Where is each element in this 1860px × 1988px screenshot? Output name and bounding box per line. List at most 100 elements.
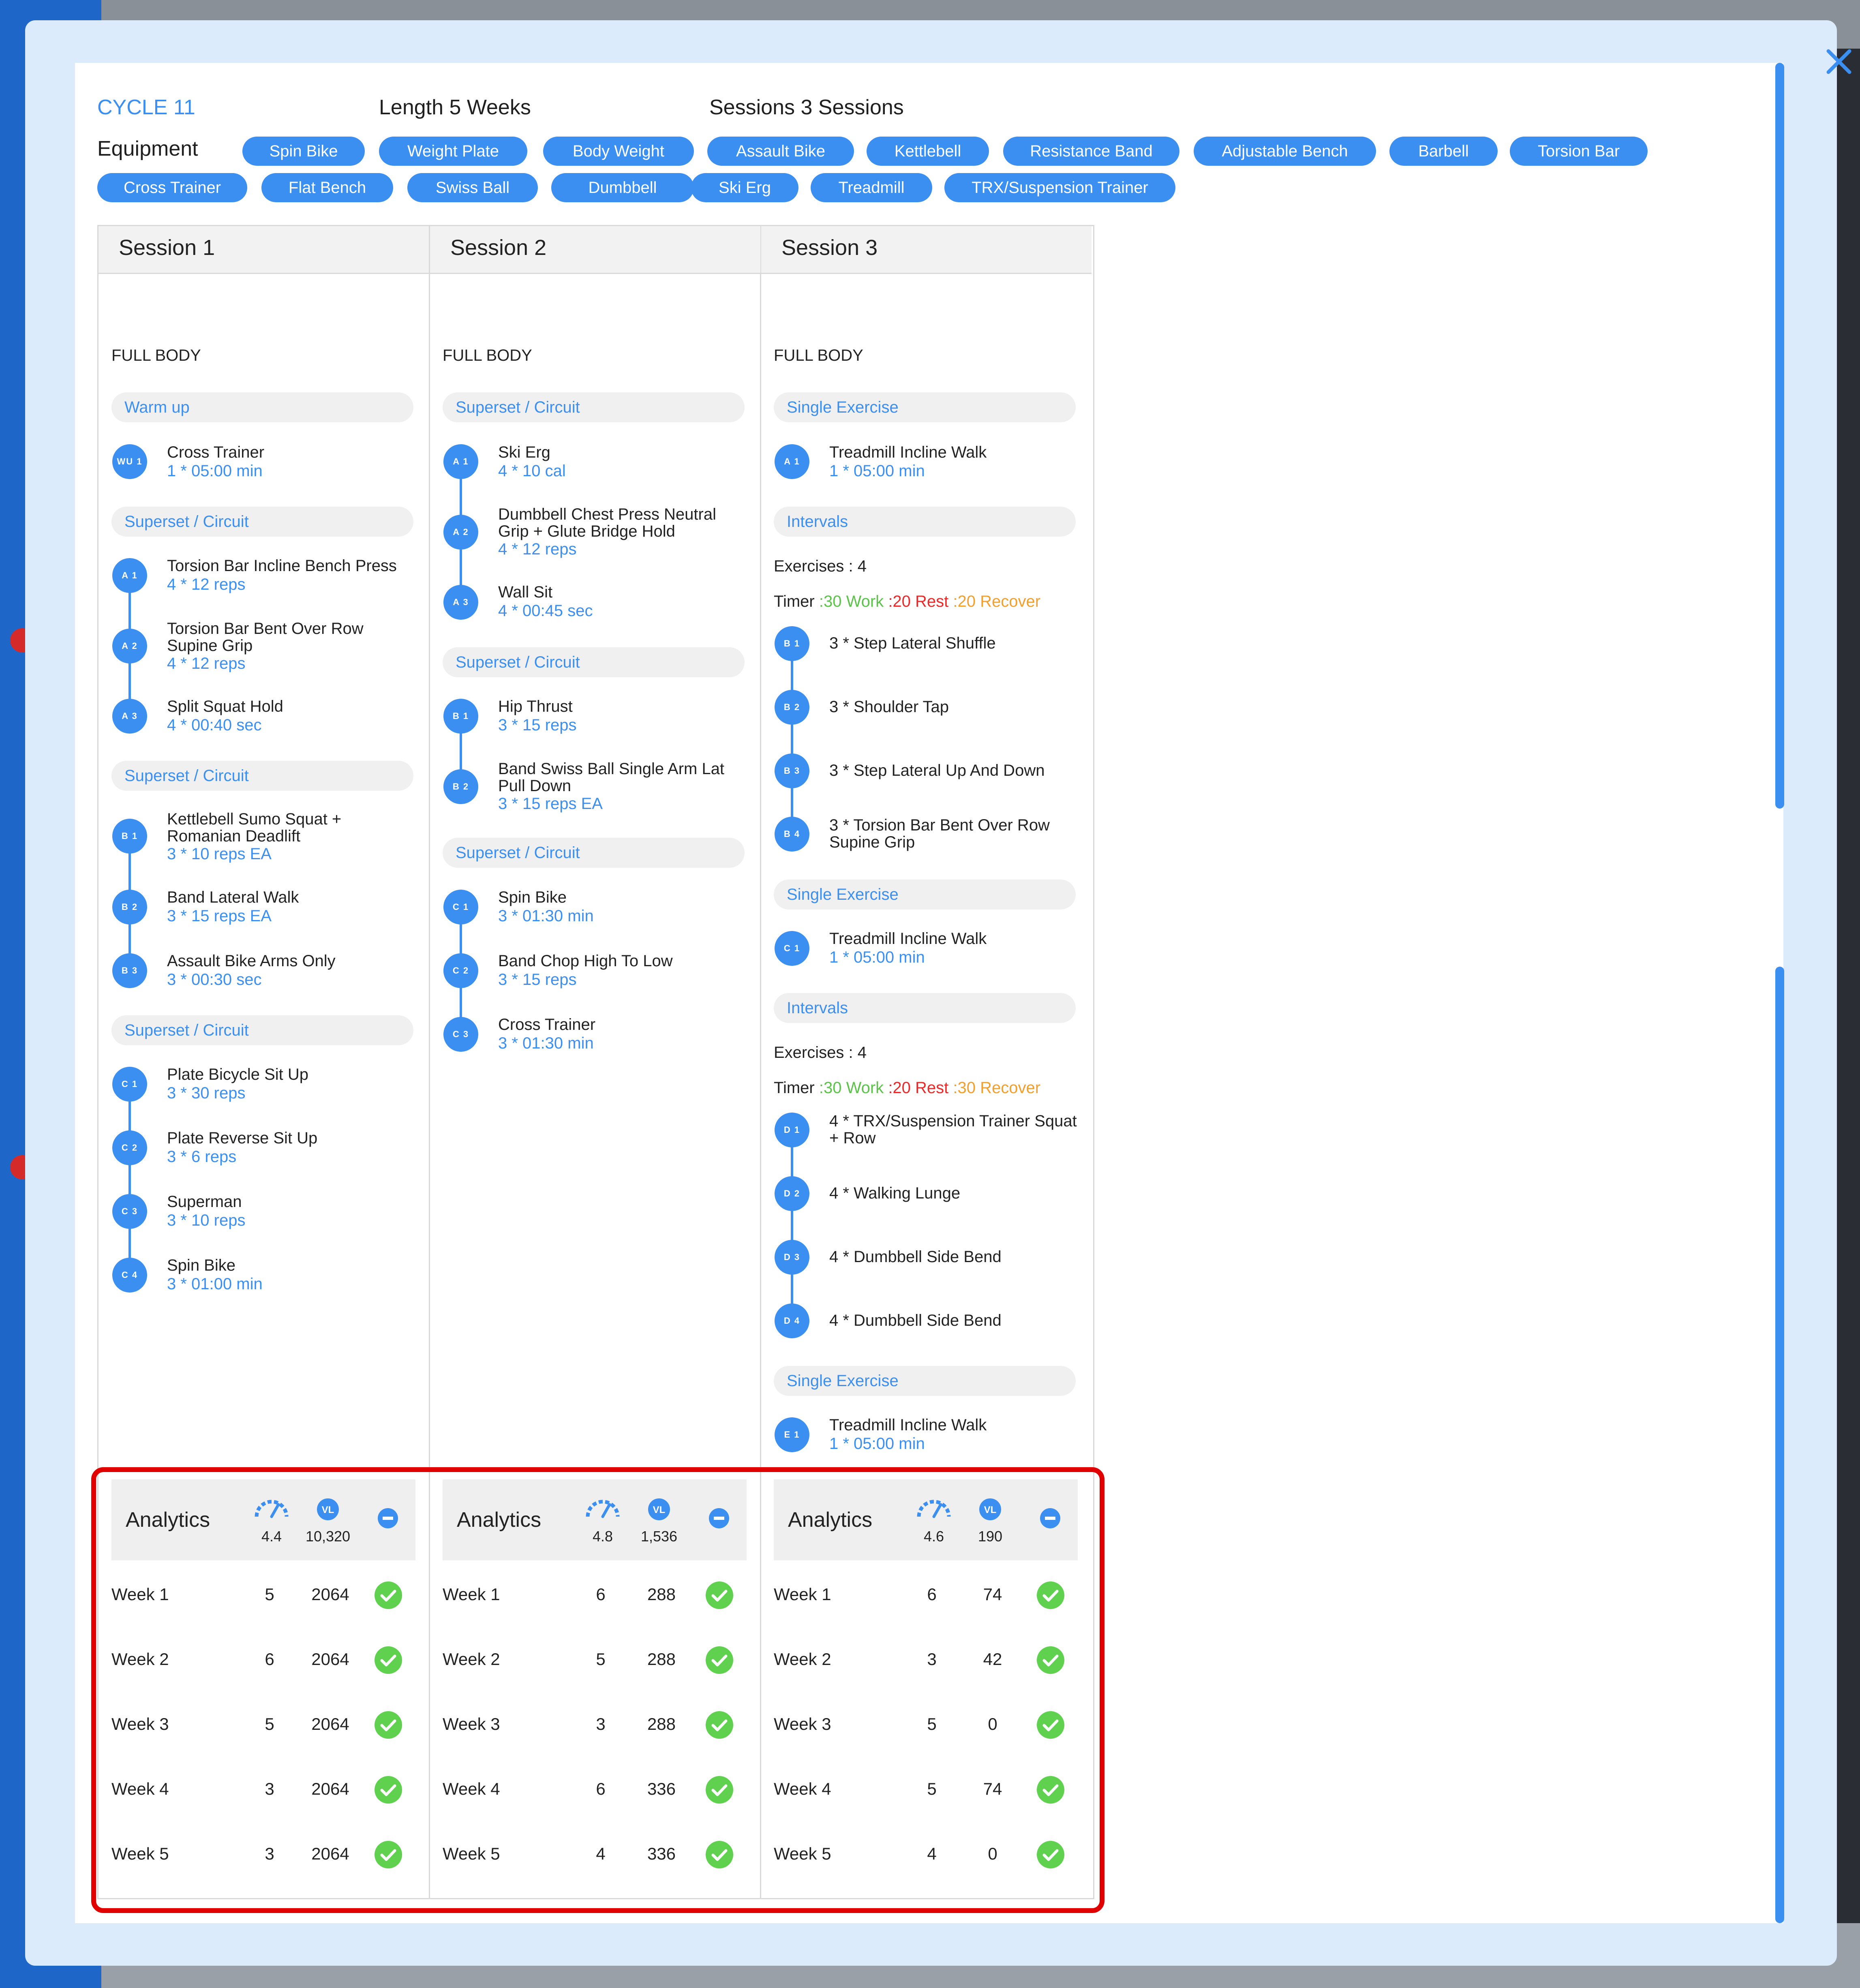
equipment-chip[interactable]: Adjustable Bench <box>1194 137 1376 166</box>
equipment-chip[interactable]: Dumbbell <box>551 173 694 202</box>
exercise-node: C 2 <box>112 1130 147 1165</box>
exercise-node: C 4 <box>112 1258 147 1293</box>
interval-recover: :20 Recover <box>953 593 1041 610</box>
exercise-node: B 2 <box>775 690 809 725</box>
interval-timer: Timer :30 Work :20 Rest :20 Recover <box>774 593 1041 610</box>
exercise-name: Spin Bike <box>498 888 567 906</box>
equipment-chip[interactable]: Ski Erg <box>691 173 798 202</box>
exercise-node: A 2 <box>112 629 147 663</box>
exercise-name: 3 * Step Lateral Up And Down <box>829 762 1045 779</box>
exercise-value: 3 * 01:30 min <box>498 1034 594 1052</box>
equipment-chip[interactable]: Swiss Ball <box>407 173 538 202</box>
group-header: Single Exercise <box>774 1366 1076 1396</box>
interval-recover: :30 Recover <box>953 1079 1041 1097</box>
exercise-node: WU 1 <box>112 444 147 479</box>
equipment-chip[interactable]: Resistance Band <box>1003 137 1179 166</box>
exercise-name: Hip Thrust <box>498 698 573 715</box>
exercise-node: C 1 <box>112 1067 147 1102</box>
exercise-value: 1 * 05:00 min <box>829 1435 925 1453</box>
exercise-node: C 3 <box>443 1017 478 1052</box>
exercise-node: B 1 <box>112 819 147 854</box>
interval-exercises: Exercises : 4 <box>774 1044 867 1061</box>
exercise-value: 4 * 10 cal <box>498 462 566 480</box>
exercise-node: B 2 <box>443 769 478 804</box>
exercise-node: B 4 <box>775 817 809 852</box>
exercise-value: 1 * 05:00 min <box>167 462 263 480</box>
exercise-name: Plate Reverse Sit Up <box>167 1129 318 1147</box>
equipment-chip[interactable]: Cross Trainer <box>97 173 247 202</box>
exercise-value: 1 * 05:00 min <box>829 462 925 480</box>
scrollbar[interactable] <box>1775 63 1784 1923</box>
interval-timer: Timer :30 Work :20 Rest :30 Recover <box>774 1079 1041 1097</box>
exercise-node: E 1 <box>775 1417 809 1452</box>
cycle-title: CYCLE 11 <box>97 96 195 119</box>
cycle-length: Length 5 Weeks <box>379 96 531 119</box>
analytics-highlight-box <box>91 1467 1104 1913</box>
exercise-value: 4 * 00:40 sec <box>167 716 262 734</box>
equipment-chip[interactable]: Weight Plate <box>379 137 527 166</box>
exercise-name: Plate Bicycle Sit Up <box>167 1066 309 1083</box>
exercise-name: Cross Trainer <box>167 443 265 461</box>
group-header: Superset / Circuit <box>111 761 413 791</box>
exercise-name: 4 * Walking Lunge <box>829 1184 961 1202</box>
exercise-value: 3 * 10 reps EA <box>167 845 272 863</box>
equipment-chip[interactable]: Flat Bench <box>261 173 393 202</box>
equipment-chip[interactable]: Torsion Bar <box>1510 137 1648 166</box>
exercise-name: 4 * TRX/Suspension Trainer Squat + Row <box>829 1112 1077 1147</box>
exercise-name: Treadmill Incline Walk <box>829 443 987 461</box>
session-title: Session 2 <box>450 235 547 260</box>
close-icon[interactable] <box>1823 45 1855 78</box>
exercise-node: A 2 <box>443 515 478 550</box>
group-header: Intervals <box>774 507 1076 537</box>
exercise-value: 3 * 01:00 min <box>167 1275 263 1293</box>
session-type: FULL BODY <box>774 347 863 364</box>
exercise-name: 4 * Dumbbell Side Bend <box>829 1248 1002 1266</box>
session-type: FULL BODY <box>111 347 201 364</box>
exercise-name: Cross Trainer <box>498 1016 596 1034</box>
exercise-value: 4 * 00:45 sec <box>498 602 593 620</box>
exercise-value: 3 * 15 reps <box>498 971 577 989</box>
exercise-node: A 1 <box>112 558 147 593</box>
equipment-chip[interactable]: Treadmill <box>811 173 932 202</box>
equipment-chip[interactable]: Barbell <box>1389 137 1498 166</box>
exercise-value: 4 * 12 reps <box>498 540 577 558</box>
equipment-chip[interactable]: Body Weight <box>543 137 694 166</box>
exercise-name: Assault Bike Arms Only <box>167 952 336 970</box>
exercise-value: 3 * 30 reps <box>167 1084 246 1102</box>
exercise-value: 4 * 12 reps <box>167 655 246 672</box>
exercise-name: Treadmill Incline Walk <box>829 930 987 948</box>
session-title: Session 3 <box>781 235 878 260</box>
exercise-name: Split Squat Hold <box>167 698 283 715</box>
exercise-node: C 2 <box>443 953 478 988</box>
group-header: Superset / Circuit <box>443 647 745 677</box>
exercise-value: 3 * 00:30 sec <box>167 971 262 989</box>
exercise-node: B 3 <box>775 753 809 788</box>
exercise-name: Torsion Bar Bent Over Row Supine Grip <box>167 620 364 655</box>
interval-exercises: Exercises : 4 <box>774 557 867 575</box>
exercise-name: 3 * Step Lateral Shuffle <box>829 634 996 652</box>
group-header: Superset / Circuit <box>111 507 413 537</box>
group-header: Single Exercise <box>774 392 1076 422</box>
exercise-value: 3 * 6 reps <box>167 1148 237 1166</box>
interval-rest: :20 Rest <box>888 593 949 610</box>
equipment-chip[interactable]: Spin Bike <box>242 137 365 166</box>
exercise-name: Dumbbell Chest Press Neutral Grip + Glut… <box>498 505 716 540</box>
exercise-value: 3 * 15 reps <box>498 716 577 734</box>
exercise-name: Band Chop High To Low <box>498 952 673 970</box>
group-header: Superset / Circuit <box>443 392 745 422</box>
equipment-label: Equipment <box>97 137 198 160</box>
equipment-chip[interactable]: Kettlebell <box>867 137 989 166</box>
exercise-node: D 3 <box>775 1240 809 1275</box>
exercise-name: Spin Bike <box>167 1256 235 1274</box>
exercise-value: 3 * 15 reps EA <box>498 795 603 813</box>
exercise-name: 3 * Shoulder Tap <box>829 698 949 716</box>
session-title: Session 1 <box>119 235 215 260</box>
cycle-sessions: Sessions 3 Sessions <box>709 96 904 119</box>
interval-work: :30 Work <box>819 593 884 610</box>
exercise-name: 4 * Dumbbell Side Bend <box>829 1312 1002 1329</box>
equipment-chip[interactable]: Assault Bike <box>707 137 854 166</box>
exercise-name: Treadmill Incline Walk <box>829 1416 987 1434</box>
exercise-node: D 4 <box>775 1303 809 1338</box>
equipment-chip[interactable]: TRX/Suspension Trainer <box>944 173 1175 202</box>
session-type: FULL BODY <box>443 347 532 364</box>
